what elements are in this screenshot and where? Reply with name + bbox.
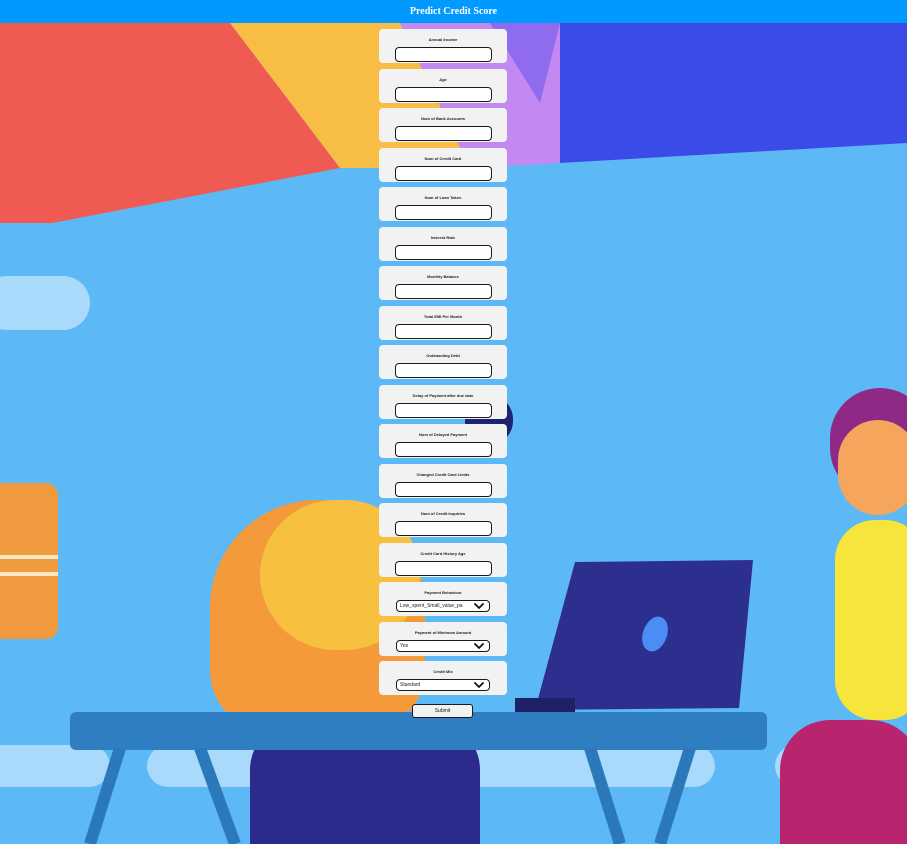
interest-rate-input[interactable]	[394, 244, 492, 260]
field-payment-behaviour: Payment Behaviour Low_spent_Small_value_…	[379, 582, 507, 616]
credit-history-age-label: Credit Card History Age	[420, 550, 466, 556]
payment-min-amount-label: Payment of Minimum Amount	[414, 629, 472, 635]
payment-behaviour-value: Low_spent_Small_value_pa	[400, 603, 463, 609]
submit-button[interactable]: Submit	[412, 704, 473, 718]
changed-credit-limit-input[interactable]	[394, 481, 492, 497]
field-interest-rate: Interest Rate	[379, 226, 507, 261]
changed-credit-limit-label: Changed Credit Card Limits	[416, 471, 470, 477]
outstanding-debt-input[interactable]	[394, 363, 492, 378]
field-num-delayed-payment: Num of Delayed Payment	[379, 424, 507, 458]
num-loan-taken-label: Num of Loan Taken	[424, 195, 462, 200]
total-emi-input[interactable]	[394, 323, 492, 339]
field-outstanding-debt: Outstanding Debt	[379, 345, 507, 379]
delay-of-payment-input[interactable]	[394, 402, 492, 418]
field-num-loan-taken: Num of Loan Taken	[379, 187, 507, 221]
monthly-balance-input[interactable]	[394, 284, 492, 299]
num-loan-taken-input[interactable]	[394, 205, 492, 220]
delay-of-payment-label: Delay of Payment after due date	[412, 392, 474, 398]
num-credit-card-label: Num of Credit Card	[424, 155, 462, 161]
num-credit-card-input[interactable]	[394, 165, 492, 181]
outstanding-debt-label: Outstanding Debt	[426, 353, 460, 358]
credit-history-age-input[interactable]	[394, 560, 492, 576]
field-num-credit-inquiries: Num of Credit Inquiries	[379, 503, 507, 537]
page-title: Predict Credit Score	[409, 6, 498, 17]
num-credit-inquiries-input[interactable]	[394, 521, 492, 536]
credit-mix-select[interactable]: Standard	[396, 679, 490, 691]
num-bank-accounts-input[interactable]	[394, 126, 492, 141]
age-input[interactable]	[394, 86, 492, 102]
age-label: Age	[439, 76, 447, 82]
chevron-down-icon	[474, 642, 484, 649]
credit-mix-label: Credit Mix	[433, 669, 453, 674]
credit-score-form: Annual Income Age Num of Bank Accounts N…	[379, 29, 507, 701]
annual-income-label: Annual Income	[428, 37, 458, 42]
annual-income-input[interactable]	[394, 47, 492, 62]
field-monthly-balance: Monthly Balance	[379, 266, 507, 300]
interest-rate-label: Interest Rate	[430, 234, 456, 240]
field-payment-min-amount: Payment of Minimum Amount Yes	[379, 621, 507, 656]
chevron-down-icon	[474, 682, 484, 688]
payment-min-amount-select[interactable]: Yes	[396, 639, 490, 652]
field-num-credit-card: Num of Credit Card	[379, 147, 507, 182]
field-num-bank-accounts: Num of Bank Accounts	[379, 108, 507, 142]
chevron-down-icon	[474, 603, 484, 609]
num-credit-inquiries-label: Num of Credit Inquiries	[420, 511, 466, 516]
field-age: Age	[379, 68, 507, 103]
num-delayed-payment-input[interactable]	[394, 442, 492, 457]
total-emi-label: Total EMI Per Month	[423, 313, 463, 319]
field-annual-income: Annual Income	[379, 29, 507, 63]
payment-behaviour-label: Payment Behaviour	[424, 590, 462, 595]
field-total-emi: Total EMI Per Month	[379, 305, 507, 340]
app-header: Predict Credit Score	[0, 0, 907, 23]
payment-min-amount-value: Yes	[400, 642, 409, 649]
credit-mix-value: Standard	[400, 682, 421, 688]
field-changed-credit-limit: Changed Credit Card Limits	[379, 463, 507, 498]
field-delay-of-payment: Delay of Payment after due date	[379, 384, 507, 419]
num-delayed-payment-label: Num of Delayed Payment	[418, 432, 467, 437]
field-credit-mix: Credit Mix Standard	[379, 661, 507, 695]
payment-behaviour-select[interactable]: Low_spent_Small_value_pa	[396, 600, 490, 612]
field-credit-history-age: Credit Card History Age	[379, 542, 507, 577]
monthly-balance-label: Monthly Balance	[427, 274, 459, 279]
num-bank-accounts-label: Num of Bank Accounts	[421, 116, 465, 121]
